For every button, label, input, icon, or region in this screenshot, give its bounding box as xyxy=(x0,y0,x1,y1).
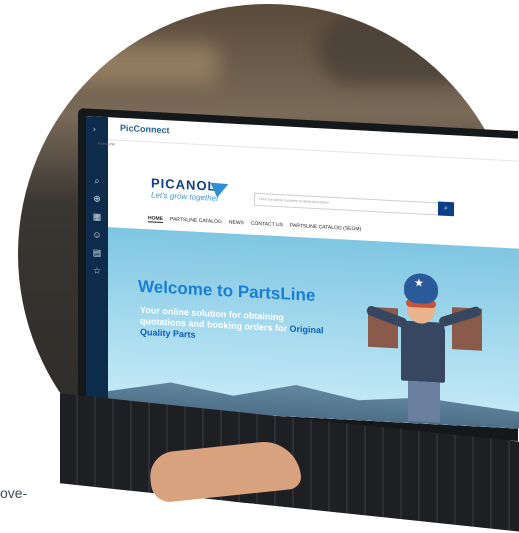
cart-icon[interactable]: ⊕ xyxy=(93,193,101,203)
kid-pilot-image: ★ xyxy=(365,271,486,427)
user-icon[interactable]: ☺ xyxy=(92,229,101,239)
hero-subtitle: Your online solution for obtaining quota… xyxy=(140,305,330,348)
search-icon[interactable]: ⌕ xyxy=(94,175,99,185)
nav-contact-us[interactable]: CONTACT US xyxy=(251,221,283,230)
grid-icon[interactable]: ▦ xyxy=(93,211,102,221)
laptop-screen: › ⌕ ⊕ ▦ ☺ ▤ ☆ PicConnect PartsLine PICAN… xyxy=(86,116,519,430)
kid-body xyxy=(401,320,445,383)
star-icon[interactable]: ☆ xyxy=(93,265,101,275)
hero-title: Welcome to PartsLine xyxy=(138,276,316,306)
search-button[interactable]: ⌕ xyxy=(438,201,454,217)
search-input[interactable]: Fill in the article numbers or items des… xyxy=(254,192,440,216)
nav-partsline-catalog-segm[interactable]: PARTSLINE CATALOG (SEGM) xyxy=(290,223,361,234)
nav-news[interactable]: NEWS xyxy=(229,219,244,227)
hero-banner: Welcome to PartsLine Your online solutio… xyxy=(108,227,519,430)
kid-legs xyxy=(408,380,440,423)
nav-partsline-catalog[interactable]: PARTSLINE CATALOG xyxy=(170,216,222,226)
search-icon: ⌕ xyxy=(444,204,448,212)
nav-home[interactable]: HOME xyxy=(148,215,163,224)
page-caption: ove- xyxy=(0,485,28,501)
document-icon[interactable]: ▤ xyxy=(93,247,102,257)
background-blur xyxy=(18,44,218,84)
helmet-star-icon: ★ xyxy=(414,277,424,290)
picanol-logo[interactable]: PICANOL Let's grow together xyxy=(151,175,232,203)
background-blur xyxy=(318,14,478,84)
expand-icon[interactable]: › xyxy=(93,124,96,133)
app-brand[interactable]: PicConnect xyxy=(120,123,170,136)
side-rail: › ⌕ ⊕ ▦ ☺ ▤ ☆ xyxy=(86,116,108,430)
breadcrumb[interactable]: PartsLine xyxy=(98,141,115,147)
